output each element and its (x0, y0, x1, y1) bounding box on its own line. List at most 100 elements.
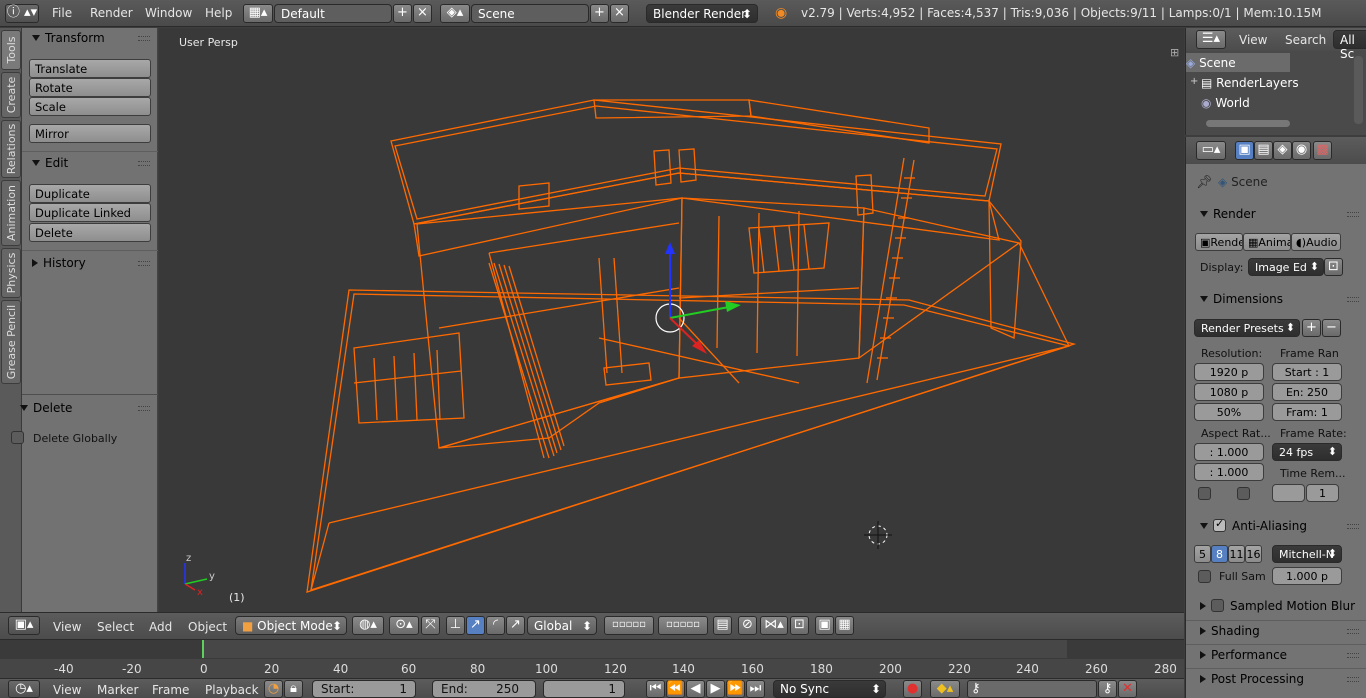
y-axis-head-icon[interactable] (725, 301, 741, 312)
motion-blur-checkbox[interactable] (1211, 599, 1224, 612)
editor-type-3dview-button[interactable]: ▣▴ (8, 616, 40, 635)
timeline-menu-playback[interactable]: Playback (205, 683, 259, 697)
menu-select[interactable]: Select (97, 620, 134, 634)
tab-tools[interactable]: Tools (1, 30, 21, 70)
outliner-display-mode-dropdown[interactable]: All Sc (1333, 30, 1366, 61)
outliner-horizontal-scrollbar[interactable] (1206, 120, 1290, 127)
drag-grip-icon[interactable] (1347, 677, 1359, 682)
tab-grease-pencil[interactable]: Grease Pencil (1, 300, 21, 384)
record-keyframes-button[interactable]: ● (903, 680, 922, 698)
prev-keyframe-button[interactable]: ⏪ (666, 680, 685, 698)
time-remap-old-field[interactable] (1272, 484, 1305, 502)
timeline-menu-view[interactable]: View (53, 683, 81, 697)
scene-browse-button[interactable]: ◈▴ (440, 4, 470, 23)
duplicate-button[interactable]: Duplicate (29, 184, 151, 203)
lock-time-cursor-button[interactable]: 🔒︎ (284, 680, 303, 698)
frame-start-field[interactable]: Start : 1 (1272, 363, 1342, 381)
resolution-x-field[interactable]: 1920 p (1194, 363, 1264, 381)
menu-window[interactable]: Window (145, 6, 192, 20)
keying-set-button[interactable]: ◆▴ (930, 680, 960, 698)
resolution-percentage-field[interactable]: 50% (1194, 403, 1264, 421)
outliner-item-scene[interactable]: ◈ Scene (1186, 56, 1236, 70)
operator-panel-header[interactable]: Delete (10, 398, 150, 418)
expand-plus-icon[interactable]: + (1190, 76, 1198, 87)
border-checkbox[interactable] (1198, 487, 1211, 500)
lock-layers-button[interactable]: ▤ (713, 616, 732, 635)
post-processing-panel-header[interactable]: Post Processing (1186, 668, 1366, 688)
interaction-mode-dropdown[interactable]: ■ Object Mode ⬍ (235, 616, 347, 635)
outliner-menu-search[interactable]: Search (1285, 33, 1326, 47)
drag-grip-icon[interactable] (1347, 297, 1359, 302)
drag-grip-icon[interactable] (1347, 212, 1359, 217)
transform-panel-header[interactable]: Transform (22, 28, 158, 48)
transform-orientation-dropdown[interactable]: Global ⬍ (527, 616, 597, 635)
pivot-point-button[interactable]: ⊙▴ (389, 616, 419, 635)
remove-scene-button[interactable]: × (610, 4, 629, 23)
play-button[interactable]: ▶ (706, 680, 725, 698)
layers-group-2[interactable]: ▫▫▫▫▫ (658, 616, 708, 635)
outliner-item-world[interactable]: ◉ World (1201, 96, 1250, 110)
menu-help[interactable]: Help (205, 6, 232, 20)
start-frame-field[interactable]: Start: 1 (312, 680, 416, 698)
editor-type-properties-button[interactable]: ▭▴ (1196, 141, 1226, 160)
pin-icon[interactable]: 📌︎ (1196, 175, 1213, 190)
menu-render[interactable]: Render (90, 6, 133, 20)
rotate-manipulator-button[interactable]: ↗ (466, 616, 485, 635)
render-context-tab[interactable]: ▣ (1235, 141, 1254, 160)
timeline-area[interactable] (0, 639, 1184, 659)
drag-grip-icon[interactable] (1347, 653, 1359, 658)
menu-object[interactable]: Object (188, 620, 227, 634)
aa-filter-size-field[interactable]: 1.000 p (1272, 567, 1342, 585)
rotate-button[interactable]: Rotate (29, 78, 151, 97)
performance-panel-header[interactable]: Performance (1186, 644, 1366, 664)
outliner-vertical-scrollbar[interactable] (1354, 56, 1363, 124)
aspect-y-field[interactable]: : 1.000 (1194, 463, 1264, 481)
delete-button[interactable]: Delete (29, 223, 151, 242)
aa-samples-16[interactable]: 16 (1245, 545, 1262, 563)
proportional-edit-button[interactable]: ⊘ (738, 616, 757, 635)
timeline-playhead[interactable] (202, 640, 204, 659)
next-keyframe-button[interactable]: ⏩ (726, 680, 745, 698)
transform-manipulator-button[interactable]: ↗ (506, 616, 525, 635)
mirror-button[interactable]: Mirror (29, 124, 151, 143)
translate-button[interactable]: Translate (29, 59, 151, 78)
play-reverse-button[interactable]: ◀ (686, 680, 705, 698)
render-panel-header[interactable]: Render (1186, 204, 1366, 224)
add-preset-button[interactable]: + (1302, 319, 1321, 337)
render-audio-button[interactable]: ◖)Audio (1291, 233, 1341, 251)
full-sample-checkbox[interactable] (1198, 570, 1211, 583)
render-still-button[interactable]: ▣Rende (1195, 233, 1243, 251)
shading-panel-header[interactable]: Shading (1186, 620, 1366, 640)
display-mode-dropdown[interactable]: Image Ed ⬍ (1248, 258, 1324, 276)
add-layout-button[interactable]: + (393, 4, 412, 23)
aa-samples-11[interactable]: 11 (1228, 545, 1245, 563)
aa-samples-8[interactable]: 8 (1211, 545, 1228, 563)
drag-grip-icon[interactable] (1347, 629, 1359, 634)
tab-physics[interactable]: Physics (1, 248, 21, 298)
delete-globally-checkbox[interactable] (11, 431, 24, 444)
remove-preset-button[interactable]: − (1322, 319, 1341, 337)
crop-checkbox[interactable] (1237, 487, 1250, 500)
preview-range-button[interactable]: ◔ (264, 680, 283, 698)
remove-layout-button[interactable]: × (413, 4, 432, 23)
add-scene-button[interactable]: + (590, 4, 609, 23)
menu-file[interactable]: File (52, 6, 72, 20)
timeline-ruler[interactable]: -40 -20 0 20 40 60 80 100 120 140 160 18… (0, 658, 1184, 678)
layers-group-1[interactable]: ▫▫▫▫▫ (604, 616, 654, 635)
timeline-menu-frame[interactable]: Frame (152, 683, 189, 697)
tab-create[interactable]: Create (1, 72, 21, 118)
screen-layout-field[interactable]: Default (274, 4, 392, 23)
lock-interface-button[interactable]: ⊡ (1324, 258, 1343, 276)
drag-grip-icon[interactable] (138, 36, 150, 41)
sampled-motion-blur-panel-header[interactable]: Sampled Motion Blur (1186, 596, 1366, 616)
world-context-tab[interactable]: ◉ (1292, 141, 1311, 160)
drag-grip-icon[interactable] (1347, 524, 1359, 529)
frame-rate-dropdown[interactable]: 24 fps ⬍ (1272, 443, 1342, 461)
editor-type-timeline-button[interactable]: ◷▴ (8, 680, 40, 698)
render-opengl-button[interactable]: ▣ (815, 616, 834, 635)
frame-end-field[interactable]: En: 250 (1272, 383, 1342, 401)
render-animation-opengl-button[interactable]: ▦ (835, 616, 854, 635)
editor-type-outliner-button[interactable]: ☰▴ (1196, 30, 1226, 49)
scale-button[interactable]: Scale (29, 97, 151, 116)
viewport-shading-button[interactable]: ◍▴ (352, 616, 384, 635)
